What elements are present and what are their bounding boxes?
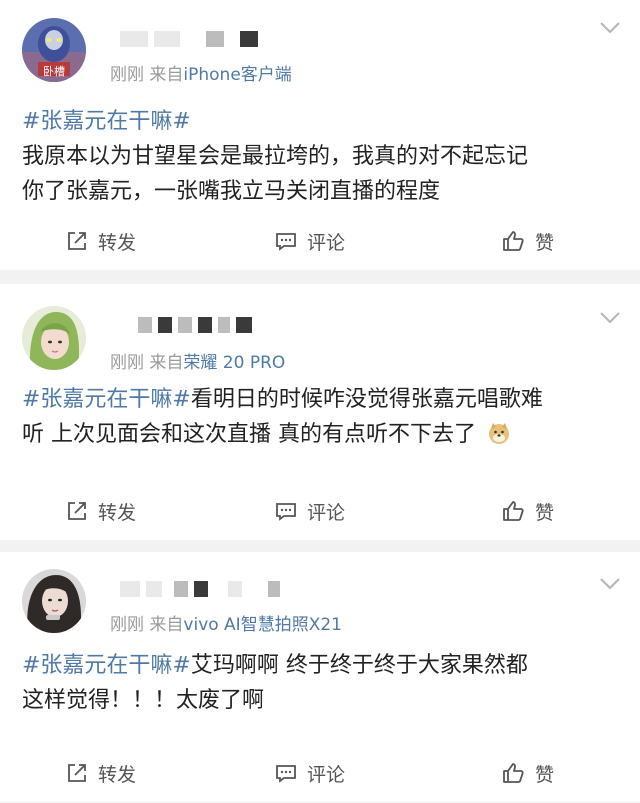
action-bar: 转发 评论 赞 xyxy=(0,744,640,802)
like-button[interactable]: 赞 xyxy=(391,228,640,255)
hashtag-link[interactable]: #张嘉元在干嘛# xyxy=(22,387,191,412)
comment-button[interactable]: 评论 xyxy=(229,498,392,525)
post-text-line: 听 上次见面会和这次直播 真的有点听不下去了 xyxy=(22,422,476,447)
chevron-down-icon[interactable] xyxy=(600,312,620,324)
post-meta: 刚刚 来自荣耀 20 PRO xyxy=(110,348,285,373)
comment-label: 评论 xyxy=(307,231,346,254)
thumbs-up-icon xyxy=(503,231,524,251)
like-label: 赞 xyxy=(535,763,555,786)
like-button[interactable]: 赞 xyxy=(391,498,640,525)
post-text-line: 我原本以为甘望星会是最拉垮的，我真的对不起忘记 xyxy=(22,144,529,169)
share-label: 转发 xyxy=(98,763,137,786)
post-text-line: 这样觉得！！！太废了啊 xyxy=(22,688,265,713)
post-body: #张嘉元在干嘛#艾玛啊啊 终于终于终于大家果然都 这样觉得！！！太废了啊 xyxy=(22,648,620,718)
source-prefix: 来自 xyxy=(149,353,184,373)
post-time: 刚刚 xyxy=(110,65,144,85)
chevron-down-icon[interactable] xyxy=(600,22,620,34)
share-button[interactable]: 转发 xyxy=(0,760,229,787)
comment-label: 评论 xyxy=(307,501,346,524)
comment-label: 评论 xyxy=(307,763,346,786)
post-source[interactable]: iPhone客户端 xyxy=(183,65,291,85)
post-card: 刚刚 来自荣耀 20 PRO #张嘉元在干嘛#看明日的时候咋没觉得张嘉元唱歌难 … xyxy=(0,284,640,540)
comment-icon xyxy=(276,233,296,251)
avatar[interactable]: 卧槽 xyxy=(22,18,86,82)
chevron-down-icon[interactable] xyxy=(600,578,620,590)
share-label: 转发 xyxy=(98,231,137,254)
share-icon xyxy=(68,502,86,520)
comment-icon xyxy=(276,765,296,783)
post-text-line: 看明日的时候咋没觉得张嘉元唱歌难 xyxy=(190,387,543,412)
post-time: 刚刚 xyxy=(110,615,144,635)
svg-text:卧槽: 卧槽 xyxy=(43,65,65,78)
username-blurred[interactable] xyxy=(120,314,258,336)
hashtag-link[interactable]: #张嘉元在干嘛# xyxy=(22,653,191,678)
thumbs-up-icon xyxy=(503,501,524,521)
username-blurred[interactable] xyxy=(120,28,264,50)
post-meta: 刚刚 来自vivo AI智慧拍照X21 xyxy=(110,610,342,635)
share-button[interactable]: 转发 xyxy=(0,228,229,255)
username-blurred[interactable] xyxy=(120,578,286,600)
avatar[interactable] xyxy=(22,569,86,633)
post-text-line: 艾玛啊啊 终于终于终于大家果然都 xyxy=(190,653,528,678)
source-prefix: 来自 xyxy=(149,65,184,85)
post-body: #张嘉元在干嘛# 我原本以为甘望星会是最拉垮的，我真的对不起忘记 你了张嘉元，一… xyxy=(22,104,620,209)
source-prefix: 来自 xyxy=(149,615,184,635)
post-time: 刚刚 xyxy=(110,353,144,373)
weibo-feed: 卧槽 刚刚 来自iPhone客户端 #张嘉元在干嘛# 我原本以为甘望星会是最拉垮… xyxy=(0,0,640,802)
like-label: 赞 xyxy=(535,501,555,524)
post-card: 卧槽 刚刚 来自iPhone客户端 #张嘉元在干嘛# 我原本以为甘望星会是最拉垮… xyxy=(0,0,640,270)
post-source[interactable]: vivo AI智慧拍照X21 xyxy=(183,615,342,635)
thumbs-up-icon xyxy=(503,763,524,783)
post-body: #张嘉元在干嘛#看明日的时候咋没觉得张嘉元唱歌难 听 上次见面会和这次直播 真的… xyxy=(22,382,620,452)
share-label: 转发 xyxy=(98,501,137,524)
hashtag-link[interactable]: #张嘉元在干嘛# xyxy=(22,109,191,134)
share-icon xyxy=(68,764,86,782)
post-card: 刚刚 来自vivo AI智慧拍照X21 #张嘉元在干嘛#艾玛啊啊 终于终于终于大… xyxy=(0,552,640,802)
comment-button[interactable]: 评论 xyxy=(229,760,392,787)
share-button[interactable]: 转发 xyxy=(0,498,229,525)
like-label: 赞 xyxy=(535,231,555,254)
post-source[interactable]: 荣耀 20 PRO xyxy=(183,353,285,373)
like-button[interactable]: 赞 xyxy=(391,760,640,787)
share-icon xyxy=(68,232,86,250)
comment-button[interactable]: 评论 xyxy=(229,228,392,255)
avatar[interactable] xyxy=(22,306,86,370)
action-bar: 转发 评论 赞 xyxy=(0,212,640,270)
action-bar: 转发 评论 赞 xyxy=(0,482,640,540)
doge-emoji xyxy=(489,423,509,444)
comment-icon xyxy=(276,503,296,521)
post-meta: 刚刚 来自iPhone客户端 xyxy=(110,60,292,85)
post-text-line: 你了张嘉元，一张嘴我立马关闭直播的程度 xyxy=(22,179,441,204)
